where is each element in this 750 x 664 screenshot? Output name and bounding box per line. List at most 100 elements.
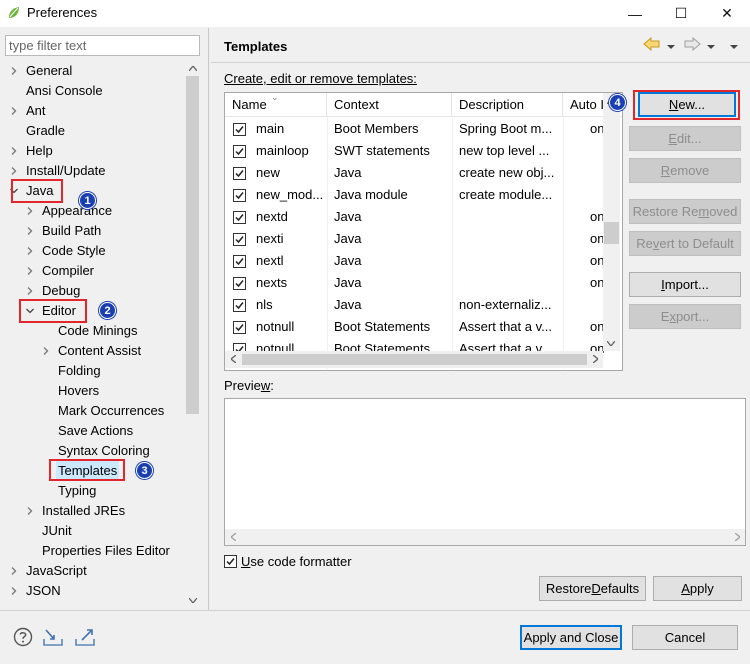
chevron-down-icon[interactable]	[707, 39, 715, 54]
filter-input[interactable]	[5, 35, 200, 56]
import-preferences-icon[interactable]	[42, 627, 66, 650]
chevron-right-icon[interactable]	[8, 101, 20, 121]
tree-item-install-update[interactable]: Install/Update	[26, 161, 106, 181]
import-button[interactable]: Import...	[629, 272, 741, 297]
tree-item-mark-occurrences[interactable]: Mark Occurrences	[58, 401, 164, 421]
apply-and-close-button[interactable]: Apply and Close	[520, 625, 622, 650]
tree-item-compiler[interactable]: Compiler	[42, 261, 94, 281]
export-preferences-icon[interactable]	[74, 627, 98, 650]
export-button[interactable]: Ex port...	[629, 304, 741, 329]
column-header-description[interactable]: Description	[452, 93, 563, 117]
template-enabled-checkbox[interactable]	[233, 123, 246, 136]
minimize-button[interactable]: —	[612, 0, 658, 27]
use-code-formatter-label[interactable]: Use code formatter	[241, 554, 352, 569]
scroll-down-arrow-icon[interactable]	[185, 592, 201, 608]
tree-item-content-assist[interactable]: Content Assist	[58, 341, 141, 361]
template-enabled-checkbox[interactable]	[233, 299, 246, 312]
tree-item-installed-jres[interactable]: Installed JREs	[42, 501, 125, 521]
chevron-right-icon[interactable]	[24, 241, 36, 261]
tree-scroll-thumb[interactable]	[186, 76, 199, 414]
tree-item-help[interactable]: Help	[26, 141, 53, 161]
help-icon[interactable]	[13, 627, 33, 650]
table-row[interactable]: mainloop SWT statements new top level ...	[225, 140, 606, 162]
forward-arrow-icon[interactable]	[683, 36, 701, 55]
pane-divider[interactable]	[208, 28, 209, 610]
restore-removed-button[interactable]: Restore Re m oved	[629, 199, 741, 224]
template-enabled-checkbox[interactable]	[233, 211, 246, 224]
table-row[interactable]: new Java create new obj...	[225, 162, 606, 184]
scroll-right-arrow-icon[interactable]	[587, 351, 603, 367]
chevron-right-icon[interactable]	[8, 561, 20, 581]
tree-item-ant[interactable]: Ant	[26, 101, 46, 121]
tree-item-code-minings[interactable]: Code Minings	[58, 321, 138, 341]
table-vertical-scroll-thumb[interactable]	[604, 222, 619, 244]
chevron-right-icon[interactable]	[24, 261, 36, 281]
table-row[interactable]: new_mod... Java module create module...	[225, 184, 606, 206]
template-enabled-checkbox[interactable]	[233, 167, 246, 180]
table-row[interactable]: nexts Java on	[225, 272, 606, 294]
template-enabled-checkbox[interactable]	[233, 189, 246, 202]
tree-item-hovers[interactable]: Hovers	[58, 381, 99, 401]
cancel-button[interactable]: Cancel	[632, 625, 738, 650]
chevron-right-icon[interactable]	[24, 501, 36, 521]
chevron-right-icon[interactable]	[24, 281, 36, 301]
tree-item-appearance[interactable]: Appearance	[42, 201, 112, 221]
chevron-right-icon[interactable]	[8, 581, 20, 601]
maximize-button[interactable]: ☐	[658, 0, 704, 27]
apply-button[interactable]: Apply	[653, 576, 742, 601]
table-row[interactable]: nls Java non-externaliz...	[225, 294, 606, 316]
tree-item-ansi-console[interactable]: Ansi Console	[26, 81, 103, 101]
tree-item-gradle[interactable]: Gradle	[26, 121, 65, 141]
template-enabled-checkbox[interactable]	[233, 255, 246, 268]
tree-item-general[interactable]: General	[26, 61, 72, 81]
scroll-left-arrow-icon[interactable]	[225, 351, 241, 367]
chevron-right-icon[interactable]	[8, 61, 20, 81]
table-row[interactable]: nexti Java on	[225, 228, 606, 250]
table-row[interactable]: notnull Boot Statements Assert that a v...…	[225, 316, 606, 338]
tree-item-junit[interactable]: JUnit	[42, 521, 72, 541]
chevron-right-icon[interactable]	[8, 161, 20, 181]
template-enabled-checkbox[interactable]	[233, 277, 246, 290]
column-header-context[interactable]: Context	[327, 93, 452, 117]
preview-area[interactable]	[224, 398, 746, 546]
column-header-name[interactable]: Name ⌄	[225, 93, 327, 117]
table-row[interactable]: nextd Java on	[225, 206, 606, 228]
template-enabled-checkbox[interactable]	[233, 233, 246, 246]
restore-defaults-button[interactable]: Restore Defaults	[539, 576, 646, 601]
scroll-up-arrow-icon[interactable]	[185, 60, 201, 76]
chevron-down-icon[interactable]	[667, 39, 675, 54]
tree-item-javascript[interactable]: JavaScript	[26, 561, 87, 581]
tree-item-debug[interactable]: Debug	[42, 281, 80, 301]
template-enabled-checkbox[interactable]	[233, 321, 246, 334]
preview-horizontal-scrollbar[interactable]	[225, 529, 745, 545]
tree-item-code-style[interactable]: Code Style	[42, 241, 106, 261]
chevron-right-icon[interactable]	[24, 221, 36, 241]
revert-to-default-button[interactable]: Re v ert to Default	[629, 231, 741, 256]
templates-table[interactable]: Name ⌄ Context Description Auto I main Bo…	[224, 92, 623, 371]
template-description	[459, 272, 561, 294]
tree-item-json[interactable]: JSON	[26, 581, 61, 601]
tree-item-syntax-coloring[interactable]: Syntax Coloring	[58, 441, 150, 461]
chevron-right-icon[interactable]	[24, 201, 36, 221]
chevron-right-icon[interactable]	[40, 341, 52, 361]
edit-template-button[interactable]: Edit...	[629, 126, 741, 151]
table-horizontal-scroll-thumb[interactable]	[242, 354, 587, 365]
chevron-right-icon[interactable]	[8, 141, 20, 161]
scroll-left-arrow-icon[interactable]	[225, 529, 241, 545]
scroll-right-arrow-icon[interactable]	[729, 529, 745, 545]
close-button[interactable]: ✕	[704, 0, 750, 27]
tree-item-properties-files-editor[interactable]: Properties Files Editor	[42, 541, 170, 561]
scroll-down-arrow-icon[interactable]	[603, 335, 619, 351]
use-code-formatter-checkbox[interactable]	[224, 555, 237, 568]
tree-item-typing[interactable]: Typing	[58, 481, 96, 501]
remove-template-button[interactable]: Remove	[629, 158, 741, 183]
template-context: Java	[334, 165, 362, 180]
table-row[interactable]: nextl Java on	[225, 250, 606, 272]
tree-item-build-path[interactable]: Build Path	[42, 221, 101, 241]
tree-item-folding[interactable]: Folding	[58, 361, 101, 381]
back-arrow-icon[interactable]	[643, 36, 661, 55]
table-row[interactable]: main Boot Members Spring Boot m... on	[225, 118, 606, 140]
template-enabled-checkbox[interactable]	[233, 145, 246, 158]
view-menu-icon[interactable]	[729, 39, 739, 54]
tree-item-save-actions[interactable]: Save Actions	[58, 421, 133, 441]
